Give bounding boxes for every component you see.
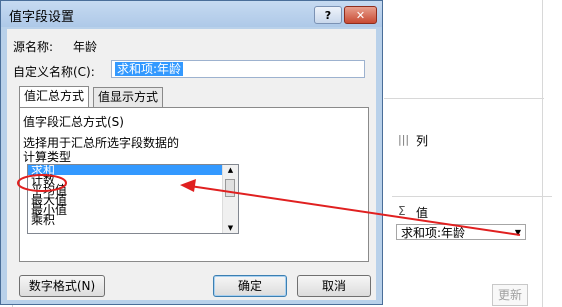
pane-divider xyxy=(542,0,543,307)
ok-button[interactable]: 确定 xyxy=(213,275,287,297)
description-line-2: 计算类型 xyxy=(23,150,72,164)
dialog-titlebar[interactable]: 值字段设置 ? ✕ xyxy=(1,1,382,27)
values-area-label: 值 xyxy=(416,206,429,220)
sigma-icon: Σ xyxy=(398,204,406,218)
dialog-title: 值字段设置 xyxy=(9,10,75,25)
source-name-value: 年龄 xyxy=(73,40,98,54)
custom-name-label: 自定义名称(C): xyxy=(13,65,95,79)
tab-summarize-by[interactable]: 值汇总方式 xyxy=(19,86,90,108)
columns-icon: ||| xyxy=(398,133,410,146)
list-item[interactable]: 求和 xyxy=(28,165,238,176)
section-title: 值字段汇总方式(S) xyxy=(23,115,124,129)
value-field-settings-dialog: 值字段设置 ? ✕ 源名称: 年龄 自定义名称(C): 求和项:年龄 值汇总方式… xyxy=(0,0,383,305)
scroll-up-icon[interactable]: ▲ xyxy=(223,165,238,175)
cancel-button[interactable]: 取消 xyxy=(297,275,371,297)
scroll-down-icon[interactable]: ▼ xyxy=(223,223,238,233)
pane-divider xyxy=(392,196,552,197)
custom-name-value: 求和项:年龄 xyxy=(115,62,184,76)
update-button[interactable]: 更新 xyxy=(492,284,528,306)
source-name-label: 源名称: xyxy=(13,40,54,54)
help-button[interactable]: ? xyxy=(314,6,342,24)
summary-function-list[interactable]: 求和 计数 平均值 最大值 最小值 乘积 ▲ ▼ xyxy=(27,164,239,234)
tab-show-values-as[interactable]: 值显示方式 xyxy=(93,87,164,107)
dropdown-arrow-icon: ▼ xyxy=(514,228,521,237)
dialog-client-area: 源名称: 年龄 自定义名称(C): 求和项:年龄 值汇总方式 值显示方式 值字段… xyxy=(7,29,376,300)
custom-name-input[interactable]: 求和项:年龄 xyxy=(111,60,365,78)
pane-divider xyxy=(384,98,544,99)
value-field-label: 求和项:年龄 xyxy=(401,226,466,240)
list-scrollbar[interactable]: ▲ ▼ xyxy=(222,165,238,233)
close-button[interactable]: ✕ xyxy=(344,6,377,24)
list-item[interactable]: 最小值 xyxy=(28,204,238,216)
pivot-field-pane xyxy=(380,0,562,307)
columns-area-label: 列 xyxy=(416,134,429,148)
scroll-thumb[interactable] xyxy=(225,179,235,197)
value-field-dropdown[interactable]: 求和项:年龄 ▼ xyxy=(396,224,526,240)
number-format-button[interactable]: 数字格式(N) xyxy=(19,275,105,297)
